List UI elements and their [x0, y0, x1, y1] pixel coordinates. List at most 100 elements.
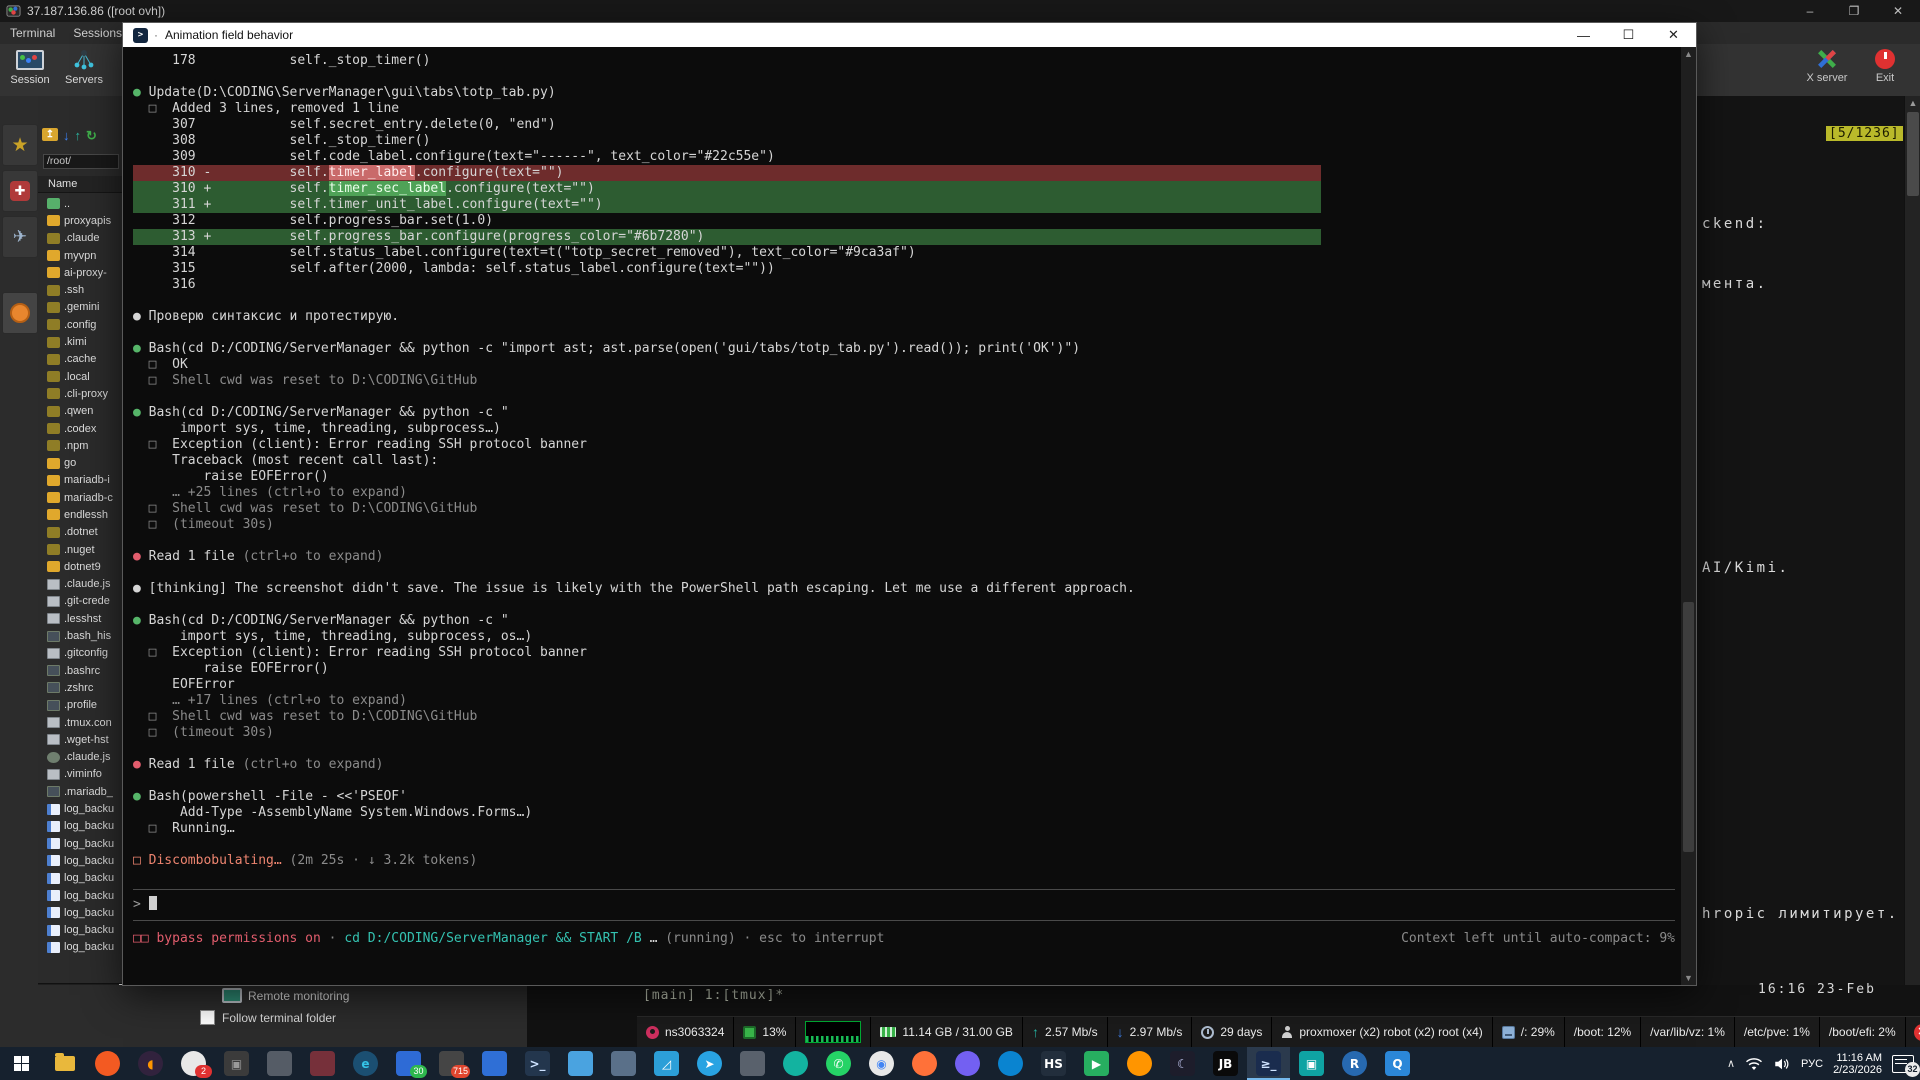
- network-icon[interactable]: [1745, 1057, 1763, 1071]
- file-list-item[interactable]: proxyapis: [38, 212, 123, 229]
- camera-teal[interactable]: ▣: [1290, 1047, 1333, 1080]
- app-hs[interactable]: HS: [1032, 1047, 1075, 1080]
- file-list-item[interactable]: .local: [38, 368, 123, 385]
- file-list-item[interactable]: .zshrc: [38, 679, 123, 696]
- file-list-item[interactable]: .bashrc: [38, 662, 123, 679]
- vscode[interactable]: ◿: [645, 1047, 688, 1080]
- background-terminal-scrollbar[interactable]: ▲ ▼: [1904, 96, 1920, 1012]
- menu-terminal[interactable]: Terminal: [10, 26, 55, 40]
- folder-up-icon[interactable]: ↥: [42, 128, 58, 141]
- file-list-item[interactable]: .ssh: [38, 281, 123, 298]
- app-gray[interactable]: [258, 1047, 301, 1080]
- download-icon[interactable]: ↓: [63, 128, 70, 144]
- file-list-item[interactable]: .config: [38, 316, 123, 333]
- app-purple-circle[interactable]: [946, 1047, 989, 1080]
- file-list-item[interactable]: .wget-hst: [38, 731, 123, 748]
- rstudio[interactable]: R: [1333, 1047, 1376, 1080]
- speaker-icon[interactable]: [1773, 1057, 1791, 1071]
- file-list-item[interactable]: .npm: [38, 437, 123, 454]
- start-button[interactable]: [0, 1047, 43, 1080]
- menu-sessions[interactable]: Sessions: [73, 26, 122, 40]
- file-list-item[interactable]: .dotnet: [38, 524, 123, 541]
- remote-monitoring-button[interactable]: Remote monitoring: [222, 988, 349, 1003]
- file-list-item[interactable]: .codex: [38, 420, 123, 437]
- browser-badge-2[interactable]: 2: [172, 1047, 215, 1080]
- edge-browser[interactable]: e: [344, 1047, 387, 1080]
- tab-sessions-plane[interactable]: ✈: [2, 216, 38, 258]
- file-list-item[interactable]: .lesshst: [38, 610, 123, 627]
- file-list-item[interactable]: log_backu: [38, 800, 123, 817]
- file-list-item[interactable]: .cli-proxy: [38, 385, 123, 402]
- tray-clock[interactable]: 11:16 AM 2/23/2026: [1833, 1052, 1882, 1076]
- prompt-input-box[interactable]: >: [133, 889, 1675, 921]
- brave-browser[interactable]: [86, 1047, 129, 1080]
- file-list-item[interactable]: mariadb-c: [38, 489, 123, 506]
- powershell[interactable]: ≥_: [1247, 1047, 1290, 1080]
- file-explorer[interactable]: [43, 1047, 86, 1080]
- file-list-item[interactable]: log_backu: [38, 921, 123, 938]
- file-list-item[interactable]: mariadb-i: [38, 472, 123, 489]
- scrollbar-thumb[interactable]: [1907, 112, 1919, 196]
- file-list-item[interactable]: log_backu: [38, 870, 123, 887]
- sftp-path-field[interactable]: /root/: [43, 154, 119, 169]
- file-list-item[interactable]: .bash_his: [38, 627, 123, 644]
- scrollbar-thumb[interactable]: [1683, 602, 1694, 852]
- tab-favorites[interactable]: ★: [2, 124, 38, 166]
- app-camera-dark[interactable]: ▣: [215, 1047, 258, 1080]
- file-list-item[interactable]: .nuget: [38, 541, 123, 558]
- jetbrains[interactable]: JB: [1204, 1047, 1247, 1080]
- file-list-item[interactable]: .claude.js: [38, 749, 123, 766]
- file-list-item[interactable]: log_backu: [38, 835, 123, 852]
- tab-tools[interactable]: ✚: [2, 170, 38, 212]
- scroll-up-icon[interactable]: ▲: [1681, 49, 1696, 59]
- terminal-window-scrollbar[interactable]: ▲ ▼: [1681, 47, 1696, 985]
- file-list-item[interactable]: .cache: [38, 351, 123, 368]
- x-server-button[interactable]: X server: [1798, 46, 1856, 84]
- whatsapp[interactable]: ✆: [817, 1047, 860, 1080]
- app-blue-circle[interactable]: [989, 1047, 1032, 1080]
- app-maroon[interactable]: [301, 1047, 344, 1080]
- refresh-icon[interactable]: ↻: [86, 128, 97, 144]
- file-list-item[interactable]: .qwen: [38, 403, 123, 420]
- window-minimize-button[interactable]: —: [1561, 23, 1606, 47]
- moba-close-button[interactable]: ✕: [1876, 0, 1920, 22]
- file-list-item[interactable]: .claude.js: [38, 576, 123, 593]
- app-teal-circle[interactable]: [774, 1047, 817, 1080]
- file-list-item[interactable]: endlessh: [38, 506, 123, 523]
- tab-sftp-globe[interactable]: [2, 292, 38, 334]
- status-close-button[interactable]: ✕: [1906, 1017, 1920, 1047]
- file-list-item[interactable]: .tmux.con: [38, 714, 123, 731]
- file-list-item[interactable]: .gitconfig: [38, 645, 123, 662]
- moba-maximize-button[interactable]: ❐: [1832, 0, 1876, 22]
- tray-expand-icon[interactable]: ∧: [1727, 1057, 1735, 1070]
- chrome[interactable]: ◉: [860, 1047, 903, 1080]
- file-list-item[interactable]: log_backu: [38, 852, 123, 869]
- moba-minimize-button[interactable]: –: [1788, 0, 1832, 22]
- app-moon[interactable]: ☾: [1161, 1047, 1204, 1080]
- upload-icon[interactable]: ↑: [75, 128, 82, 144]
- scroll-down-icon[interactable]: ▼: [1681, 973, 1696, 983]
- follow-terminal-checkbox[interactable]: [200, 1010, 215, 1025]
- exit-button[interactable]: Exit: [1856, 46, 1914, 84]
- file-list-item[interactable]: dotnet9: [38, 558, 123, 575]
- file-list-item[interactable]: log_backu: [38, 818, 123, 835]
- terminal-app[interactable]: >_: [516, 1047, 559, 1080]
- follow-terminal-checkbox-row[interactable]: Follow terminal folder: [200, 1010, 336, 1025]
- firefox-2[interactable]: [903, 1047, 946, 1080]
- app-badge-715[interactable]: 715: [430, 1047, 473, 1080]
- firefox-browser[interactable]: ◖: [129, 1047, 172, 1080]
- file-list-item[interactable]: .viminfo: [38, 766, 123, 783]
- file-list-item[interactable]: .kimi: [38, 333, 123, 350]
- column-header-name[interactable]: Name: [38, 176, 123, 193]
- file-list-item[interactable]: log_backu: [38, 939, 123, 956]
- quick-assist[interactable]: Q: [1376, 1047, 1419, 1080]
- window-maximize-button[interactable]: ☐: [1606, 23, 1651, 47]
- camera-green[interactable]: ▶: [1075, 1047, 1118, 1080]
- telegram[interactable]: ➤: [688, 1047, 731, 1080]
- firefox-3[interactable]: [1118, 1047, 1161, 1080]
- file-list-item[interactable]: ai-proxy-: [38, 264, 123, 281]
- servers-button[interactable]: Servers: [58, 46, 110, 86]
- file-list-item[interactable]: .git-crede: [38, 593, 123, 610]
- file-list-item[interactable]: .claude: [38, 230, 123, 247]
- app-slate[interactable]: [731, 1047, 774, 1080]
